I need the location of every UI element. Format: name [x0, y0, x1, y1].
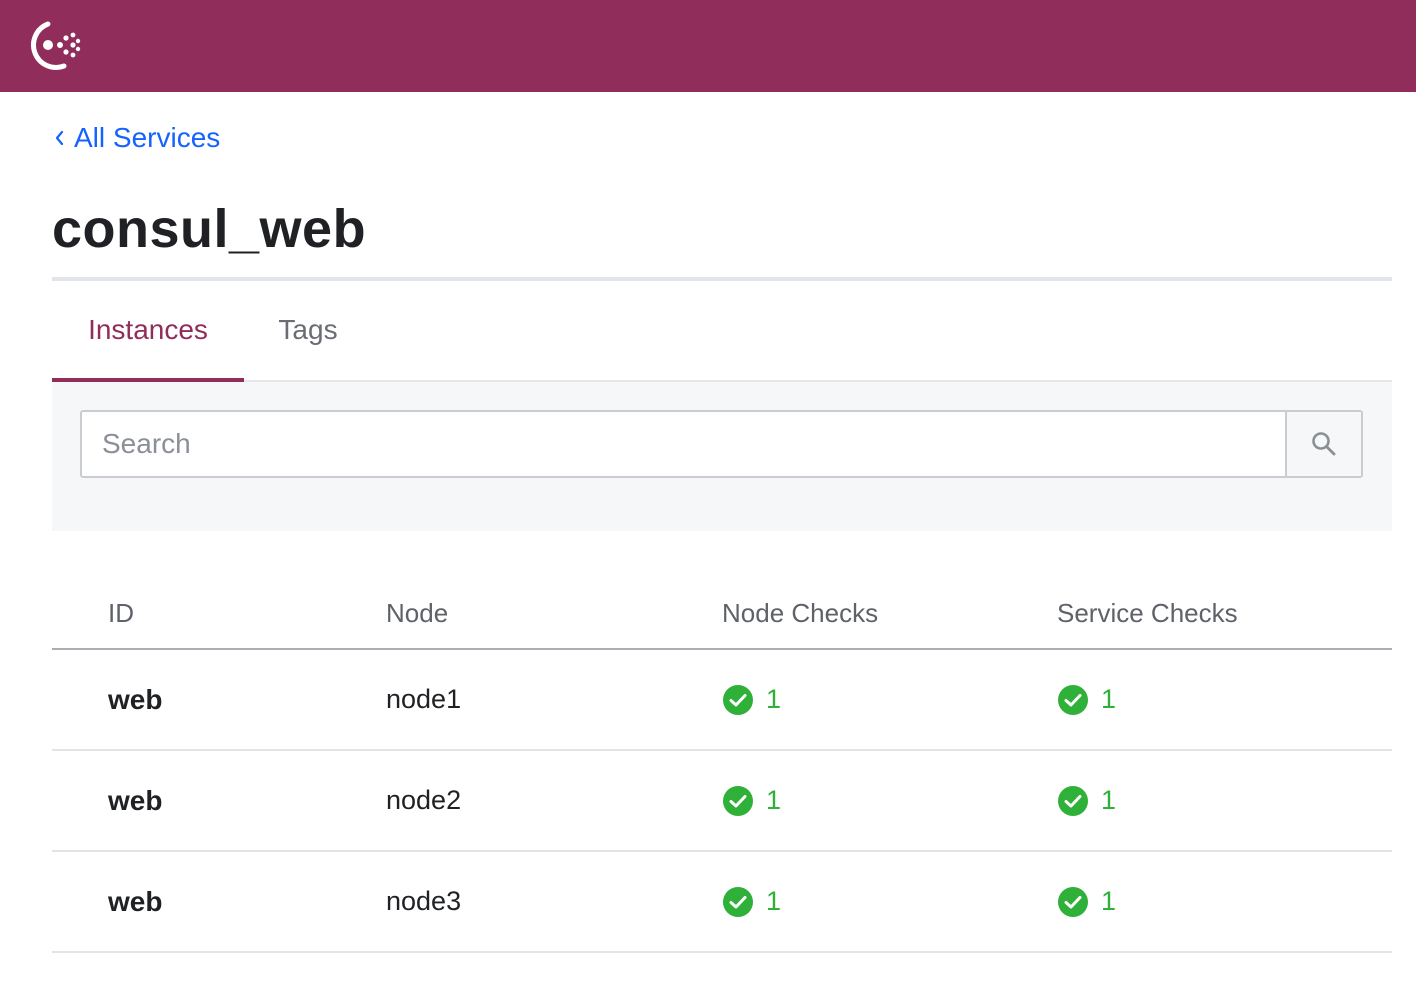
- instance-id-link[interactable]: web: [108, 751, 162, 850]
- service-checks-cell: 1: [1057, 852, 1116, 951]
- instance-node: node3: [386, 886, 462, 916]
- tab-bar: Instances Tags: [52, 282, 1392, 382]
- node-checks-count: 1: [766, 684, 782, 714]
- service-checks-count: 1: [1101, 684, 1117, 714]
- table-row[interactable]: web node1 1 1: [52, 650, 1392, 751]
- table-header: ID Node Node Checks Service Checks: [52, 578, 1392, 650]
- instance-id-link[interactable]: web: [108, 852, 162, 951]
- service-checks-cell: 1: [1057, 751, 1116, 850]
- chevron-left-icon: [55, 130, 64, 146]
- tab-instances[interactable]: Instances: [52, 282, 244, 382]
- top-navigation-bar: [0, 0, 1416, 92]
- service-checks-count: 1: [1101, 785, 1117, 815]
- search-box: [80, 410, 1363, 478]
- column-header-service-checks: Service Checks: [1057, 598, 1238, 628]
- search-input[interactable]: [82, 412, 1287, 476]
- node-checks-count: 1: [766, 785, 782, 815]
- column-header-node-checks: Node Checks: [722, 598, 879, 628]
- node-checks-cell: 1: [722, 650, 781, 749]
- column-header-id: ID: [108, 598, 134, 628]
- check-circle-icon: [1058, 886, 1088, 917]
- check-circle-icon: [1058, 684, 1088, 715]
- column-header-node: Node: [386, 598, 449, 628]
- node-checks-cell: 1: [722, 751, 781, 850]
- instance-node: node2: [386, 785, 462, 815]
- search-icon: [1312, 432, 1336, 456]
- check-circle-icon: [723, 785, 753, 816]
- check-circle-icon: [723, 886, 753, 917]
- instance-node: node1: [386, 684, 462, 714]
- title-divider: [52, 277, 1392, 281]
- check-circle-icon: [723, 684, 753, 715]
- node-checks-cell: 1: [722, 852, 781, 951]
- breadcrumb-all-services-link[interactable]: All Services: [52, 122, 220, 154]
- check-circle-icon: [1058, 785, 1088, 816]
- service-checks-count: 1: [1101, 886, 1117, 916]
- instance-id-link[interactable]: web: [108, 650, 162, 749]
- table-row[interactable]: web node2 1 1: [52, 751, 1392, 852]
- table-row[interactable]: web node3 1 1: [52, 852, 1392, 953]
- search-button[interactable]: [1285, 412, 1361, 476]
- service-checks-cell: 1: [1057, 650, 1116, 749]
- consul-logo-icon[interactable]: [20, 14, 84, 78]
- instances-table: ID Node Node Checks Service Checks web n…: [52, 578, 1392, 953]
- tab-tags[interactable]: Tags: [276, 282, 340, 380]
- filter-bar: [52, 382, 1392, 531]
- node-checks-count: 1: [766, 886, 782, 916]
- breadcrumb-label: All Services: [74, 122, 221, 153]
- page-title: consul_web: [52, 199, 367, 259]
